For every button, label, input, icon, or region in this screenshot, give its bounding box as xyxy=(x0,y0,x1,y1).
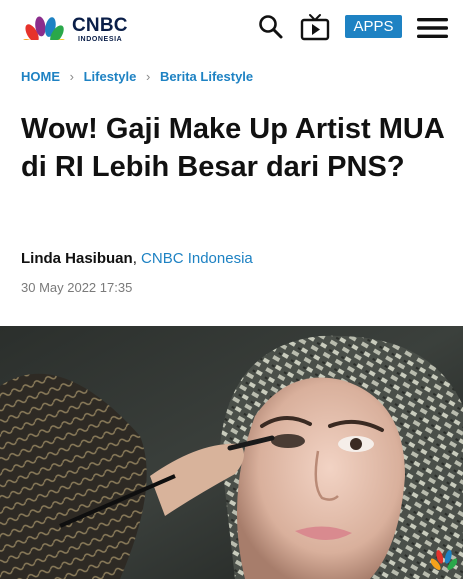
cnbc-indonesia-logo[interactable]: CNBC INDONESIA xyxy=(20,12,140,46)
logo-sub-text: INDONESIA xyxy=(78,36,123,43)
publish-date: 30 May 2022 17:35 xyxy=(21,280,133,295)
breadcrumb-separator: › xyxy=(145,69,151,84)
apps-button[interactable]: APPS xyxy=(345,15,402,38)
article-title: Wow! Gaji Make Up Artist MUA di RI Lebih… xyxy=(21,113,444,183)
logo-brand-text: CNBC xyxy=(72,15,128,36)
breadcrumb-separator: › xyxy=(69,69,74,84)
site-header: CNBC INDONESIA APPS xyxy=(0,0,463,58)
breadcrumb-lifestyle-link[interactable]: Lifestyle xyxy=(84,69,137,84)
breadcrumb-home-link[interactable]: HOME xyxy=(21,69,60,84)
hero-photo xyxy=(0,326,463,579)
author-name: Linda Hasibuan xyxy=(21,250,133,267)
hamburger-menu-icon[interactable] xyxy=(417,17,448,39)
article-byline: Linda Hasibuan, CNBC Indonesia xyxy=(21,250,253,267)
breadcrumb: HOME › Lifestyle › Berita Lifestyle xyxy=(21,69,253,84)
byline-separator: , xyxy=(132,250,137,267)
tv-icon[interactable] xyxy=(300,13,330,41)
cnbc-watermark-icon xyxy=(431,550,457,570)
peacock-icon xyxy=(22,16,66,40)
source-link[interactable]: CNBC Indonesia xyxy=(141,250,253,267)
breadcrumb-berita-lifestyle-link[interactable]: Berita Lifestyle xyxy=(160,69,253,84)
search-icon[interactable] xyxy=(258,14,284,40)
cnbc-watermark xyxy=(431,547,457,573)
hero-image xyxy=(0,326,463,579)
